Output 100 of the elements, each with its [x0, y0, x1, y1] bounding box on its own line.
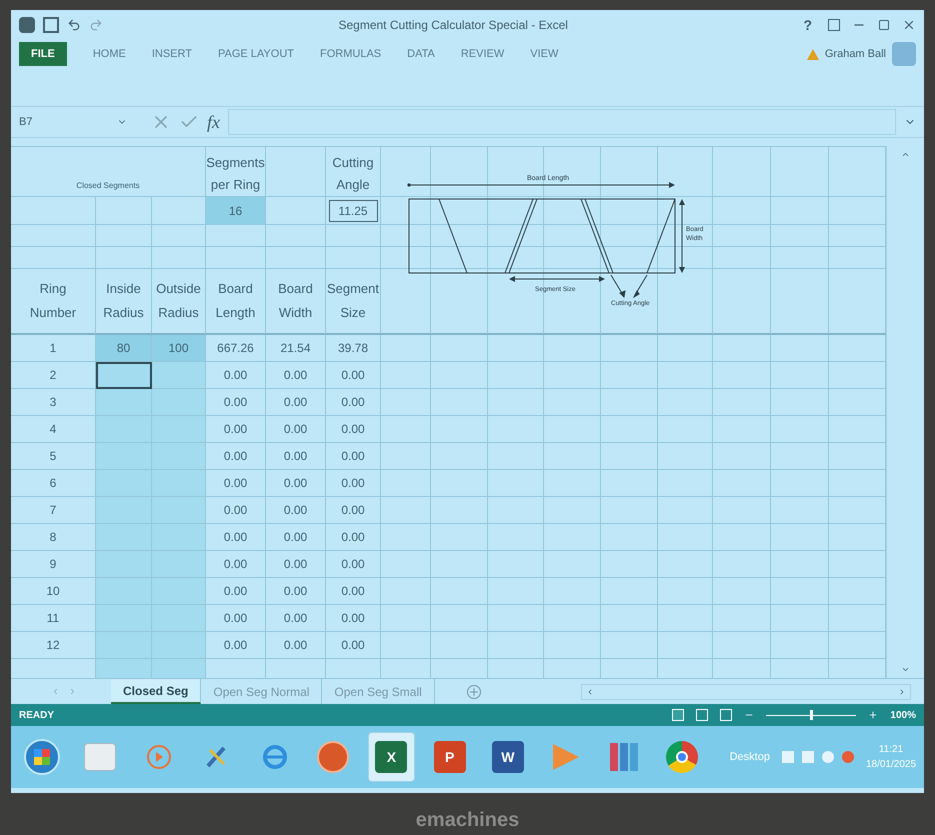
empty-cell[interactable] — [829, 551, 886, 578]
empty-cell[interactable] — [713, 551, 771, 578]
table-cell[interactable]: 0.00 — [206, 605, 266, 632]
ribbon-tab[interactable]: PAGE LAYOUT — [218, 46, 294, 62]
empty-cell[interactable] — [326, 247, 381, 269]
empty-cell[interactable] — [11, 247, 96, 269]
table-cell[interactable]: 0.00 — [266, 470, 326, 497]
empty-cell[interactable] — [601, 524, 658, 551]
column-header[interactable]: Board Length — [206, 269, 266, 335]
empty-cell[interactable] — [431, 605, 488, 632]
table-cell[interactable]: 39.78 — [326, 335, 381, 362]
table-cell[interactable]: 0.00 — [326, 578, 381, 605]
table-cell[interactable]: 16 — [206, 197, 266, 225]
empty-cell[interactable] — [829, 605, 886, 632]
ribbon-tab[interactable]: FORMULAS — [320, 46, 382, 62]
empty-cell[interactable] — [544, 605, 601, 632]
empty-cell[interactable] — [713, 416, 771, 443]
empty-cell[interactable] — [381, 269, 431, 335]
table-cell[interactable]: 0.00 — [266, 443, 326, 470]
table-cell[interactable]: 0.00 — [206, 416, 266, 443]
file-tab[interactable]: FILE — [19, 42, 67, 66]
scroll-down-icon[interactable] — [901, 665, 910, 674]
empty-cell[interactable] — [771, 524, 829, 551]
empty-cell[interactable] — [544, 362, 601, 389]
empty-cell[interactable] — [488, 443, 544, 470]
empty-cell[interactable] — [658, 389, 713, 416]
table-cell[interactable]: 0.00 — [266, 416, 326, 443]
empty-cell[interactable] — [829, 632, 886, 659]
table-cell[interactable]: 0.00 — [266, 605, 326, 632]
empty-cell[interactable] — [431, 197, 488, 225]
empty-cell[interactable] — [488, 416, 544, 443]
empty-cell[interactable] — [544, 416, 601, 443]
empty-cell[interactable] — [266, 147, 326, 197]
empty-cell[interactable] — [488, 362, 544, 389]
empty-cell[interactable] — [771, 269, 829, 335]
table-cell[interactable]: 0.00 — [206, 470, 266, 497]
empty-cell[interactable] — [829, 497, 886, 524]
empty-cell[interactable] — [601, 362, 658, 389]
empty-cell[interactable] — [544, 497, 601, 524]
empty-cell[interactable] — [829, 470, 886, 497]
empty-cell[interactable] — [771, 632, 829, 659]
empty-cell[interactable] — [381, 247, 431, 269]
empty-cell[interactable] — [601, 578, 658, 605]
empty-cell[interactable] — [381, 443, 431, 470]
add-sheet-icon[interactable] — [466, 684, 481, 698]
empty-cell[interactable] — [829, 197, 886, 225]
empty-cell[interactable] — [658, 416, 713, 443]
user-name[interactable]: Graham Ball — [824, 46, 886, 62]
empty-cell[interactable] — [829, 225, 886, 247]
next-sheet-icon[interactable] — [68, 687, 77, 696]
table-cell[interactable]: 0.00 — [326, 416, 381, 443]
save-icon[interactable] — [43, 17, 59, 33]
empty-cell[interactable] — [544, 551, 601, 578]
section-title[interactable]: Closed Segments — [11, 147, 206, 197]
zoom-level[interactable]: 100% — [890, 708, 916, 722]
empty-cell[interactable] — [488, 335, 544, 362]
empty-cell[interactable] — [829, 578, 886, 605]
empty-cell[interactable] — [206, 225, 266, 247]
empty-cell[interactable] — [152, 247, 206, 269]
table-cell[interactable]: 0.00 — [266, 362, 326, 389]
empty-cell[interactable] — [11, 197, 96, 225]
empty-cell[interactable] — [431, 225, 488, 247]
empty-cell[interactable] — [601, 225, 658, 247]
empty-cell[interactable] — [829, 147, 886, 197]
name-box[interactable]: B7 — [19, 114, 109, 130]
table-cell[interactable]: 0.00 — [206, 578, 266, 605]
table-cell[interactable]: 0.00 — [266, 632, 326, 659]
empty-cell[interactable] — [431, 578, 488, 605]
user-avatar[interactable] — [892, 42, 916, 66]
empty-cell[interactable] — [544, 147, 601, 197]
empty-cell[interactable] — [381, 197, 431, 225]
empty-cell[interactable] — [829, 443, 886, 470]
empty-cell[interactable] — [544, 443, 601, 470]
table-cell[interactable]: 0.00 — [206, 632, 266, 659]
empty-cell[interactable] — [206, 247, 266, 269]
empty-cell[interactable] — [713, 147, 771, 197]
empty-cell[interactable] — [152, 225, 206, 247]
empty-cell[interactable] — [544, 335, 601, 362]
ribbon-display-icon[interactable] — [828, 19, 840, 31]
empty-cell[interactable] — [601, 335, 658, 362]
empty-cell[interactable] — [544, 247, 601, 269]
empty-cell[interactable] — [431, 551, 488, 578]
empty-cell[interactable] — [601, 389, 658, 416]
empty-cell[interactable] — [544, 632, 601, 659]
empty-cell[interactable] — [544, 578, 601, 605]
table-cell[interactable]: 0.00 — [266, 389, 326, 416]
empty-cell[interactable] — [431, 389, 488, 416]
empty-cell[interactable] — [381, 147, 431, 197]
ribbon-tab[interactable]: VIEW — [530, 46, 558, 62]
empty-cell[interactable] — [771, 147, 829, 197]
horizontal-scrollbar[interactable] — [580, 684, 911, 700]
ribbon-tab[interactable]: INSERT — [152, 46, 192, 62]
sheet-tab[interactable]: Closed Seg — [111, 679, 202, 704]
empty-cell[interactable] — [658, 269, 713, 335]
empty-cell[interactable] — [266, 225, 326, 247]
empty-cell[interactable] — [96, 247, 152, 269]
empty-cell[interactable] — [488, 470, 544, 497]
undo-icon[interactable] — [67, 18, 81, 32]
table-cell[interactable]: 0.00 — [206, 497, 266, 524]
empty-cell[interactable] — [488, 632, 544, 659]
